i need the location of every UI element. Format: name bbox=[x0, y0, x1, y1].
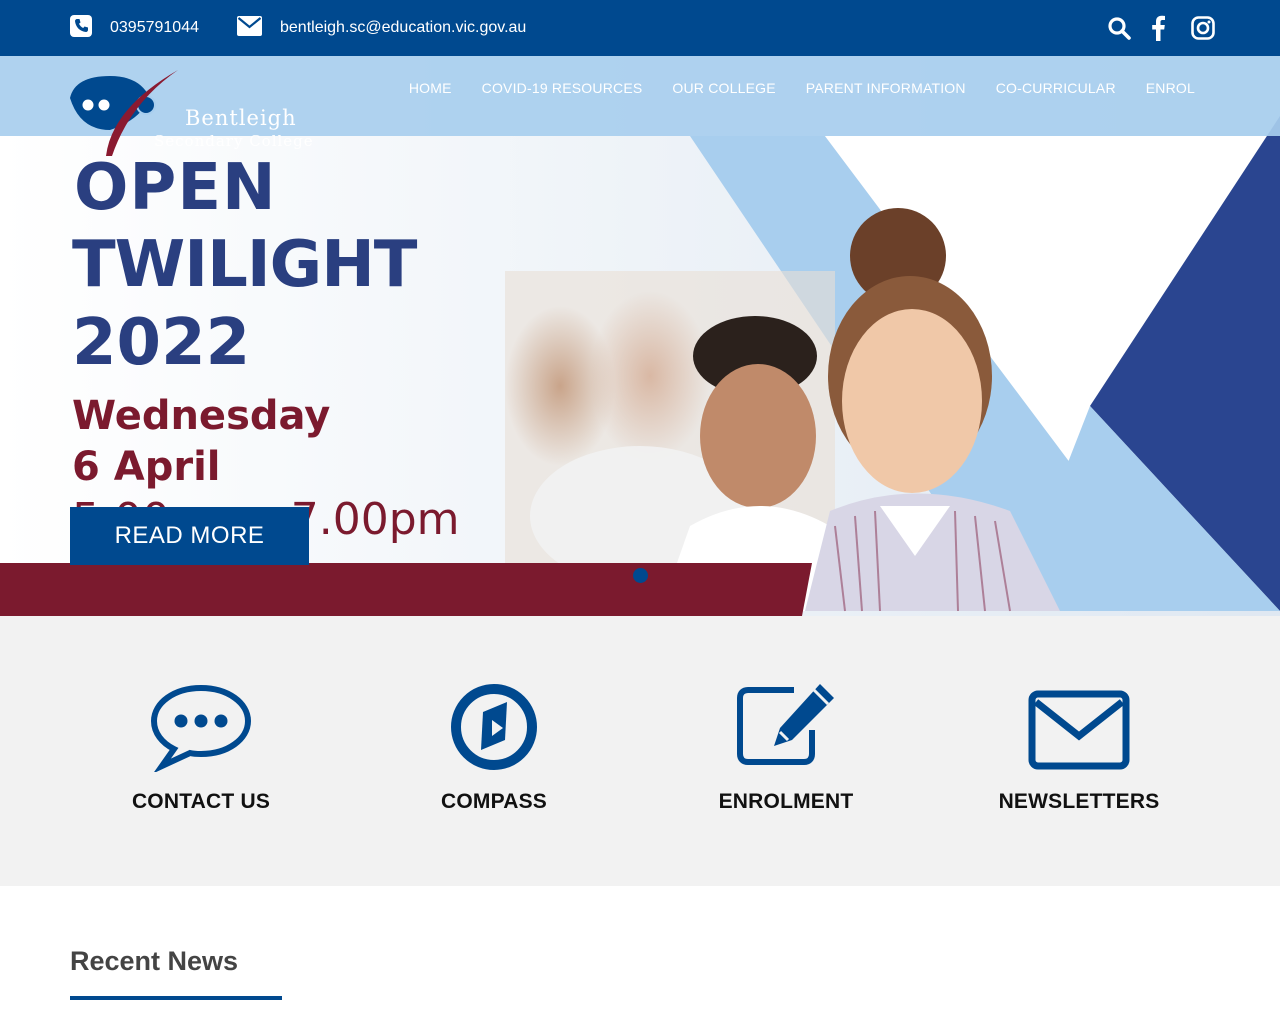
hero-event-date: 6 April bbox=[72, 444, 221, 490]
chat-bubble-icon bbox=[81, 682, 321, 782]
logo-subtitle: Secondary College bbox=[154, 132, 314, 150]
quick-link-label: NEWSLETTERS bbox=[998, 790, 1160, 813]
hero-slider: Bentleigh Secondary College HOME COVID-1… bbox=[0, 56, 1280, 616]
hero-heading-year: 2022 bbox=[72, 306, 251, 380]
read-more-button[interactable]: READ MORE bbox=[70, 507, 309, 565]
quick-link-enrolment[interactable]: ENROLMENT bbox=[666, 682, 906, 814]
phone-icon bbox=[70, 14, 92, 42]
top-bar: 0395791044 bentleigh.sc@education.vic.go… bbox=[0, 0, 1280, 56]
slider-dot-active[interactable] bbox=[633, 568, 648, 583]
hero-heading-twilight: TWILIGHT bbox=[72, 228, 417, 302]
quick-link-label: COMPASS bbox=[440, 790, 548, 813]
compass-icon bbox=[374, 682, 614, 782]
quick-link-newsletters[interactable]: NEWSLETTERS bbox=[959, 682, 1199, 814]
hero-event-day: Wednesday bbox=[72, 393, 331, 439]
heading-underline bbox=[70, 996, 282, 1000]
envelope-icon bbox=[959, 682, 1199, 782]
nav-enrol[interactable]: ENROL bbox=[1146, 80, 1195, 96]
nav-covid-resources[interactable]: COVID-19 RESOURCES bbox=[482, 80, 643, 96]
envelope-icon bbox=[237, 15, 262, 41]
nav-our-college[interactable]: OUR COLLEGE bbox=[672, 80, 775, 96]
facebook-icon[interactable] bbox=[1145, 14, 1171, 42]
quick-links: CONTACT US COMPASS ENROLMENT NEWSLETTERS bbox=[0, 616, 1280, 886]
logo-name: Bentleigh bbox=[185, 106, 297, 130]
quick-link-label: CONTACT US bbox=[131, 790, 271, 813]
recent-news-heading: Recent News bbox=[70, 946, 239, 976]
main-nav: HOME COVID-19 RESOURCES OUR COLLEGE PARE… bbox=[409, 80, 1195, 96]
email-link[interactable]: bentleigh.sc@education.vic.gov.au bbox=[237, 15, 527, 41]
instagram-icon[interactable] bbox=[1190, 14, 1216, 42]
nav-co-curricular[interactable]: CO-CURRICULAR bbox=[996, 80, 1116, 96]
quick-link-label: ENROLMENT bbox=[718, 790, 854, 813]
hero-heading-open: OPEN bbox=[74, 151, 277, 225]
quick-link-contact-us[interactable]: CONTACT US bbox=[81, 682, 321, 814]
nav-home[interactable]: HOME bbox=[409, 80, 452, 96]
quick-link-compass[interactable]: COMPASS bbox=[374, 682, 614, 814]
nav-parent-information[interactable]: PARENT INFORMATION bbox=[806, 80, 966, 96]
phone-number: 0395791044 bbox=[110, 19, 199, 36]
search-icon[interactable] bbox=[1106, 14, 1132, 42]
school-logo[interactable]: Bentleigh Secondary College bbox=[70, 68, 330, 158]
phone-link[interactable]: 0395791044 bbox=[70, 14, 199, 42]
edit-pencil-icon bbox=[666, 682, 906, 782]
email-address: bentleigh.sc@education.vic.gov.au bbox=[280, 19, 527, 36]
